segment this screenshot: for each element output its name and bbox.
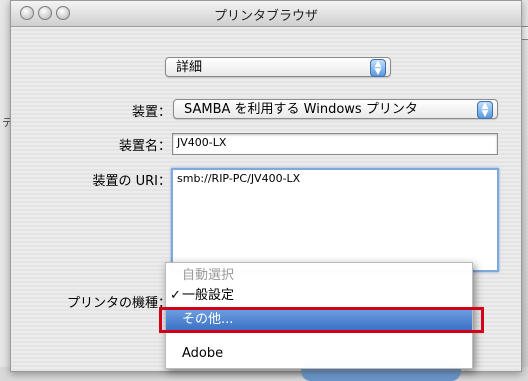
popup-arrows-icon: ▲ ▼ — [477, 101, 493, 119]
checkmark-icon: ✓ — [170, 288, 181, 303]
window-title: プリンタブラウザ — [213, 9, 318, 24]
view-mode-popup[interactable]: 詳細 ▲ ▼ — [165, 57, 391, 77]
title-bar[interactable]: プリンタブラウザ — [11, 1, 521, 27]
menu-item-general-settings[interactable]: ✓ 一般設定 — [166, 285, 472, 307]
device-popup[interactable]: SAMBA を利用する Windows プリンタ ▲ ▼ — [173, 99, 498, 119]
menu-item-label: その他... — [182, 312, 234, 327]
menu-item-label: Adobe — [182, 346, 224, 361]
popup-arrows-icon: ▲ ▼ — [370, 59, 386, 77]
menu-item-auto-select: 自動選択 — [166, 265, 472, 287]
view-mode-value: 詳細 — [176, 60, 203, 75]
device-value: SAMBA を利用する Windows プリンタ — [184, 102, 418, 117]
menu-item-label: 自動選択 — [182, 268, 235, 283]
device-uri-label: 装置の URI： — [92, 174, 171, 189]
menu-item-other[interactable]: その他... — [166, 309, 472, 331]
device-uri-textarea[interactable]: smb://RIP-PC/JV400-LX — [171, 168, 499, 272]
device-name-field[interactable]: JV400-LX — [172, 133, 498, 155]
device-name-label: 装置名： — [118, 139, 171, 154]
printer-model-menu: 自動選択 ✓ 一般設定 その他... Adobe — [165, 262, 473, 369]
menu-item-label: 一般設定 — [182, 288, 235, 303]
device-label: 装置： — [131, 105, 171, 120]
menu-item-adobe[interactable]: Adobe — [166, 343, 472, 365]
printer-model-label: プリンタの機種： — [66, 296, 171, 311]
